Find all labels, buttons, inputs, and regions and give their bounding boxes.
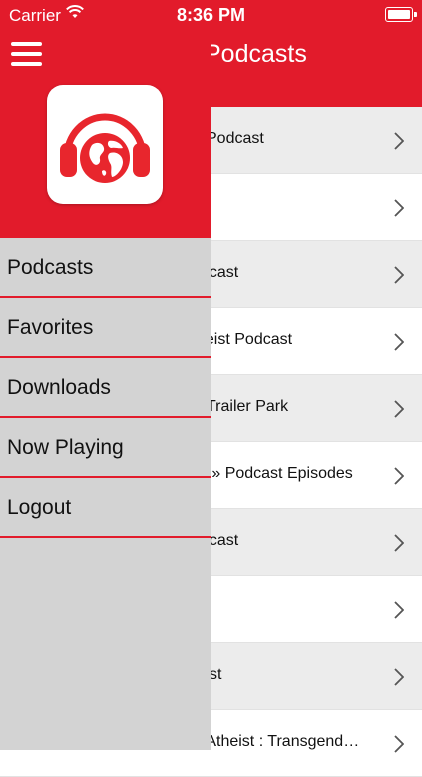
- list-item-label: 3 » Podcast Episodes: [198, 465, 353, 482]
- side-drawer: Podcasts Favorites Downloads Now Playing…: [0, 0, 211, 750]
- menu-item-favorites[interactable]: Favorites: [0, 298, 211, 358]
- headphones-globe-icon: [60, 113, 150, 183]
- list-item-label: Trailer Park: [206, 398, 289, 415]
- list-item-label: dcast: [200, 264, 239, 281]
- list-item-label: -Atheist : Transgend…: [200, 733, 360, 750]
- menu-item-podcasts[interactable]: Podcasts: [0, 238, 211, 298]
- list-item-label: dcast: [200, 532, 239, 549]
- drawer-header: [0, 0, 211, 238]
- status-bar: Carrier 8:36 PM: [0, 0, 422, 30]
- menu-item-label: Logout: [7, 496, 72, 519]
- menu-item-label: Podcasts: [7, 256, 94, 279]
- menu-item-label: Favorites: [7, 316, 94, 339]
- chevron-right-icon: [394, 266, 404, 284]
- menu-item-label: Downloads: [7, 376, 111, 399]
- app-logo: [47, 85, 163, 204]
- menu-item-label: Now Playing: [7, 436, 124, 459]
- page-title: Podcasts: [204, 40, 307, 68]
- list-item-label: Podcast: [206, 130, 264, 147]
- battery-icon: [385, 7, 417, 22]
- chevron-right-icon: [394, 400, 404, 418]
- list-item-label: heist Podcast: [196, 331, 293, 348]
- chevron-right-icon: [394, 467, 404, 485]
- chevron-right-icon: [394, 534, 404, 552]
- list-item-label: st: [209, 666, 222, 683]
- chevron-right-icon: [394, 199, 404, 217]
- clock: 8:36 PM: [176, 5, 246, 25]
- chevron-right-icon: [394, 132, 404, 150]
- menu-item-downloads[interactable]: Downloads: [0, 358, 211, 418]
- chevron-right-icon: [394, 601, 404, 619]
- menu-item-logout[interactable]: Logout: [0, 478, 211, 538]
- hamburger-icon[interactable]: [11, 40, 43, 68]
- menu-item-now-playing[interactable]: Now Playing: [0, 418, 211, 478]
- chevron-right-icon: [394, 668, 404, 686]
- drawer-menu: Podcasts Favorites Downloads Now Playing…: [0, 238, 211, 538]
- chevron-right-icon: [394, 333, 404, 351]
- chevron-right-icon: [394, 735, 404, 753]
